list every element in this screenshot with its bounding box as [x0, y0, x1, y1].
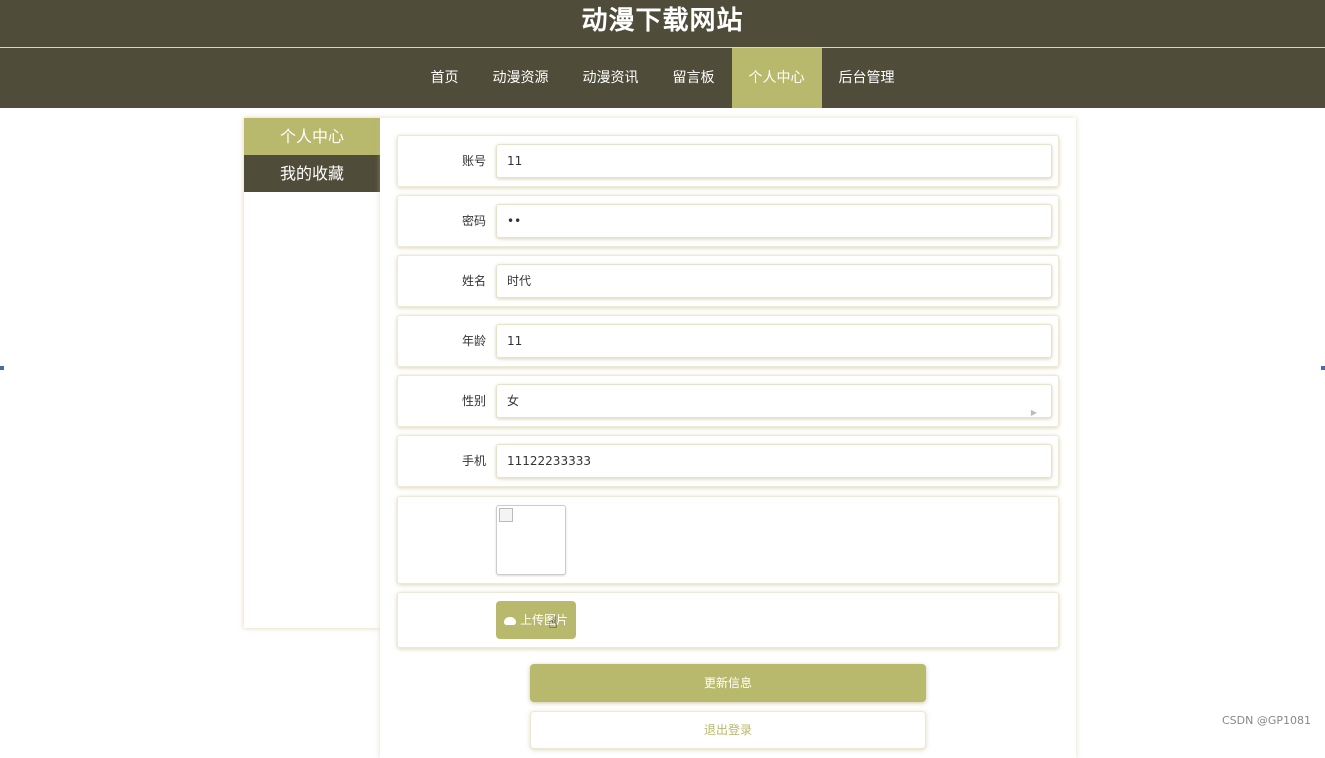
nav-item-admin[interactable]: 后台管理 — [822, 48, 912, 108]
phone-field[interactable]: 11122233333 — [496, 444, 1052, 478]
nav-item-message-board[interactable]: 留言板 — [656, 48, 732, 108]
password-field[interactable]: •• — [496, 204, 1052, 238]
phone-label: 手机 — [461, 454, 486, 468]
gender-select[interactable]: 女 ▶ — [496, 384, 1052, 418]
sidebar-item-personal-center[interactable]: 个人中心 — [244, 118, 380, 155]
password-label: 密码 — [461, 214, 486, 228]
site-title: 动漫下载网站 — [581, 6, 744, 36]
form-row-phone: 手机 11122233333 — [397, 435, 1059, 487]
gender-label: 性别 — [461, 394, 486, 408]
name-label: 姓名 — [461, 274, 486, 288]
nav-item-home[interactable]: 首页 — [414, 48, 476, 108]
main-nav: 首页 动漫资源 动漫资讯 留言板 个人中心 后台管理 — [0, 48, 1325, 108]
form-row-age: 年龄 11 — [397, 315, 1059, 367]
gender-value: 女 — [507, 394, 520, 408]
nav-item-anime-news[interactable]: 动漫资讯 — [566, 48, 656, 108]
form-row-name: 姓名 时代 — [397, 255, 1059, 307]
sidebar: 个人中心 我的收藏 — [244, 118, 380, 628]
upload-image-button[interactable]: 上传图片 — [496, 601, 576, 639]
select-caret-icon: ▶ — [1030, 408, 1037, 417]
site-header: 动漫下载网站 首页 动漫资源 动漫资讯 留言板 个人中心 后台管理 — [0, 0, 1325, 108]
form-row-account: 账号 11 — [397, 135, 1059, 187]
left-edge-marker — [0, 366, 4, 370]
right-edge-marker — [1321, 366, 1325, 370]
age-label: 年龄 — [461, 334, 486, 348]
sidebar-item-my-favorites[interactable]: 我的收藏 — [244, 155, 380, 192]
account-field[interactable]: 11 — [496, 144, 1052, 178]
broken-image-icon — [499, 508, 513, 522]
form-row-avatar — [397, 496, 1059, 584]
form-row-upload: 上传图片 ☝ — [397, 592, 1059, 648]
hand-cursor-icon: ☝ — [548, 613, 558, 632]
watermark: CSDN @GP1081 — [1221, 714, 1311, 727]
nav-item-anime-resources[interactable]: 动漫资源 — [476, 48, 566, 108]
nav-item-personal-center[interactable]: 个人中心 — [731, 48, 822, 108]
account-label: 账号 — [461, 154, 486, 168]
upload-image-label: 上传图片 — [519, 613, 568, 627]
avatar-image — [496, 505, 566, 575]
form-row-password: 密码 •• — [397, 195, 1059, 247]
logout-button[interactable]: 退出登录 — [530, 711, 926, 749]
form-row-gender: 性别 女 ▶ — [397, 375, 1059, 427]
name-field[interactable]: 时代 — [496, 264, 1052, 298]
profile-form-panel: 账号 11 密码 •• 姓名 时代 年龄 11 性别 女 ▶ 手机 111222… — [380, 118, 1076, 758]
update-info-button[interactable]: 更新信息 — [530, 664, 926, 702]
cloud-upload-icon — [503, 617, 516, 625]
age-field[interactable]: 11 — [496, 324, 1052, 358]
